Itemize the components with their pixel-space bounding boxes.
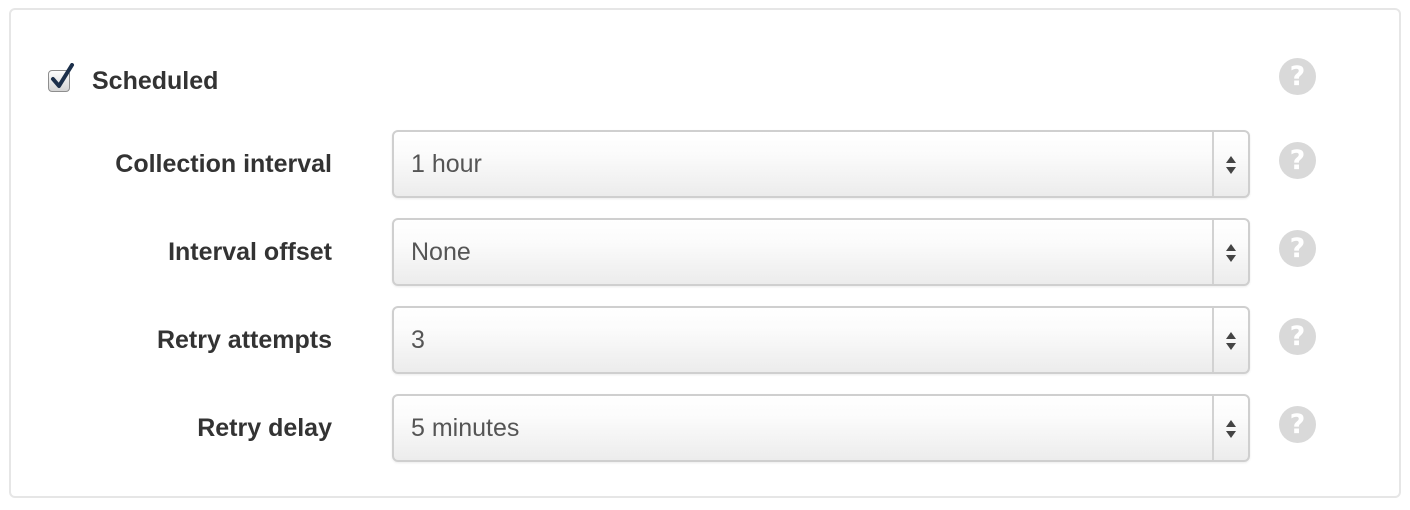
retry-attempts-help-icon[interactable]: ? — [1279, 318, 1316, 355]
select-divider — [1212, 396, 1214, 460]
updown-arrows-icon — [1226, 420, 1236, 438]
select-divider — [1212, 132, 1214, 196]
scheduled-row: Scheduled — [48, 63, 219, 98]
interval-offset-label: Interval offset — [168, 238, 332, 266]
retry-attempts-select[interactable]: 3 — [392, 306, 1250, 374]
interval-offset-help-icon[interactable]: ? — [1279, 230, 1316, 267]
retry-delay-value: 5 minutes — [411, 414, 520, 442]
collection-interval-help-icon[interactable]: ? — [1279, 142, 1316, 179]
interval-offset-select[interactable]: None — [392, 218, 1250, 286]
retry-delay-label: Retry delay — [197, 414, 332, 442]
updown-arrows-icon — [1226, 156, 1236, 174]
collection-interval-value: 1 hour — [411, 150, 482, 178]
scheduled-help-icon[interactable]: ? — [1279, 58, 1316, 95]
select-divider — [1212, 308, 1214, 372]
checkmark-icon — [51, 63, 74, 88]
select-divider — [1212, 220, 1214, 284]
retry-delay-select[interactable]: 5 minutes — [392, 394, 1250, 462]
scheduled-checkbox[interactable] — [48, 63, 74, 92]
updown-arrows-icon — [1226, 332, 1236, 350]
retry-attempts-value: 3 — [411, 326, 425, 354]
collection-interval-select[interactable]: 1 hour — [392, 130, 1250, 198]
interval-offset-value: None — [411, 238, 471, 266]
retry-attempts-label: Retry attempts — [156, 326, 332, 354]
updown-arrows-icon — [1226, 244, 1236, 262]
scheduled-label: Scheduled — [92, 66, 219, 95]
retry-delay-help-icon[interactable]: ? — [1279, 406, 1316, 443]
collection-interval-label: Collection interval — [115, 150, 332, 178]
